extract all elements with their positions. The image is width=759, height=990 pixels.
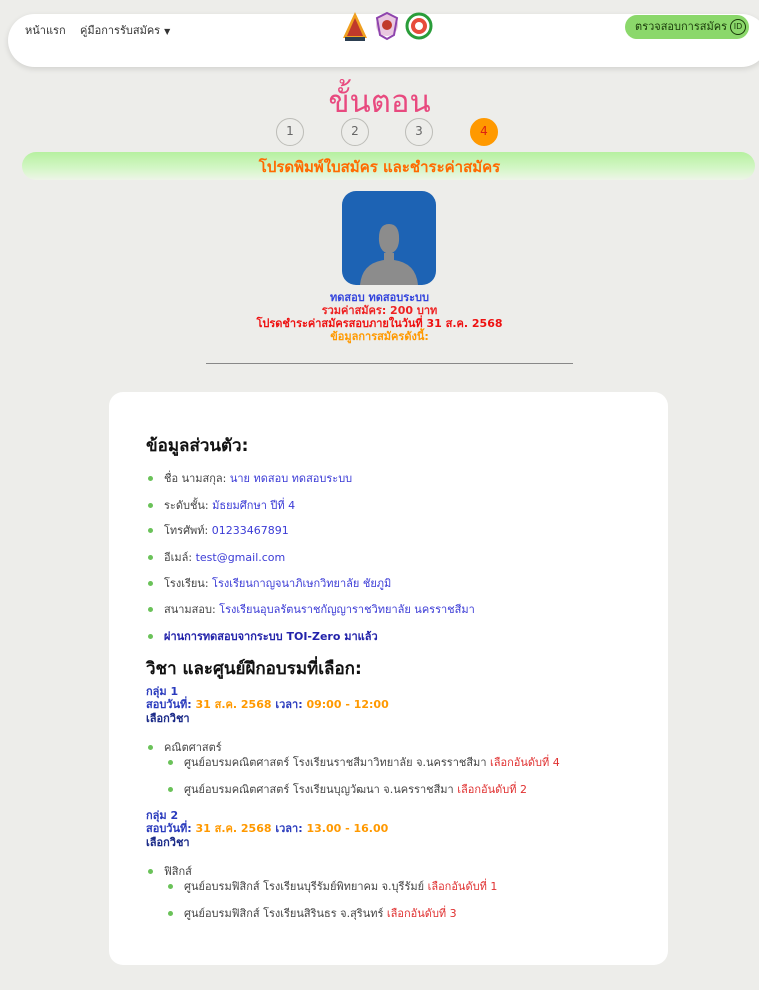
info-email: อีเมล์: test@gmail.com [148,548,285,566]
info-grade: ระดับชั้น: มัธยมศึกษา ปีที่ 4 [148,496,295,514]
nav-home-link[interactable]: หน้าแรก [25,21,66,39]
group-1-center-1: ศูนย์อบรมคณิตศาสตร์ โรงเรียนราชสีมาวิทยา… [168,753,560,771]
step-2[interactable]: 2 [341,118,369,146]
nav-manual-dropdown[interactable]: คู่มือการรับสมัคร ▼ [80,21,170,39]
logo-group [340,10,434,42]
caret-down-icon: ▼ [164,27,171,36]
step-indicator: 1 2 3 4 [0,118,759,148]
seal-logo-icon [405,12,433,40]
id-card-icon: ID [730,19,746,35]
instruction-banner-text: โปรดพิมพ์ใบสมัคร และชำระค่าสมัคร [258,158,501,176]
group-1-schedule: สอบวันที่: 31 ส.ค. 2568 เวลา: 09:00 - 12… [146,698,389,711]
step-1[interactable]: 1 [276,118,304,146]
group-2-center-1: ศูนย์อบรมฟิสิกส์ โรงเรียนบุรีรัมย์พิทยาค… [168,877,497,895]
group-1-center-2: ศูนย์อบรมคณิตศาสตร์ โรงเรียนบุญวัฒนา จ.น… [168,780,527,798]
personal-info-title: ข้อมูลส่วนตัว: [146,436,249,456]
info-exam-venue: สนามสอบ: โรงเรียนอุบลรัตนราชกัญญาราชวิทย… [148,600,475,618]
temple-logo-icon [343,12,367,41]
step-3[interactable]: 3 [405,118,433,146]
avatar [342,191,436,285]
info-fullname: ชื่อ นามสกุล: นาย ทดสอบ ทดสอบระบบ [148,469,352,487]
info-toi-zero-passed: ผ่านการทดสอบจากระบบ TOI-Zero มาแล้ว [148,627,378,645]
info-school: โรงเรียน: โรงเรียนกาญจนาภิเษกวิทยาลัย ชั… [148,574,391,592]
emblem-logo-icon [375,11,399,41]
group-2-label: กลุ่ม 2 [146,809,179,822]
application-info-heading: ข้อมูลการสมัครดังนี้: [330,330,429,343]
check-application-label: ตรวจสอบการสมัคร [635,20,727,33]
info-phone: โทรศัพท์: 01233467891 [148,521,289,539]
check-application-button[interactable]: ตรวจสอบการสมัคร ID [625,15,749,39]
divider [206,363,573,364]
step-4-active[interactable]: 4 [470,118,498,146]
group-1-label: กลุ่ม 1 [146,685,179,698]
group-2-choose-subject: เลือกวิชา [146,836,190,849]
subjects-title: วิชา และศูนย์ฝึกอบรมที่เลือก: [146,659,362,679]
person-placeholder-icon [360,224,418,285]
group-1-choose-subject: เลือกวิชา [146,712,190,725]
payment-deadline: โปรดชำระค่าสมัครสอบภายในวันที่ 31 ส.ค. 2… [256,317,503,330]
fee-total: รวมค่าสมัคร: 200 บาท [321,304,438,317]
group-2-schedule: สอบวันที่: 31 ส.ค. 2568 เวลา: 13.00 - 16… [146,822,389,835]
applicant-name: ทดสอบ ทดสอบระบบ [329,291,429,304]
group-2-center-2: ศูนย์อบรมฟิสิกส์ โรงเรียนสิรินธร จ.สุริน… [168,904,457,922]
nav-manual-label: คู่มือการรับสมัคร [80,24,161,37]
